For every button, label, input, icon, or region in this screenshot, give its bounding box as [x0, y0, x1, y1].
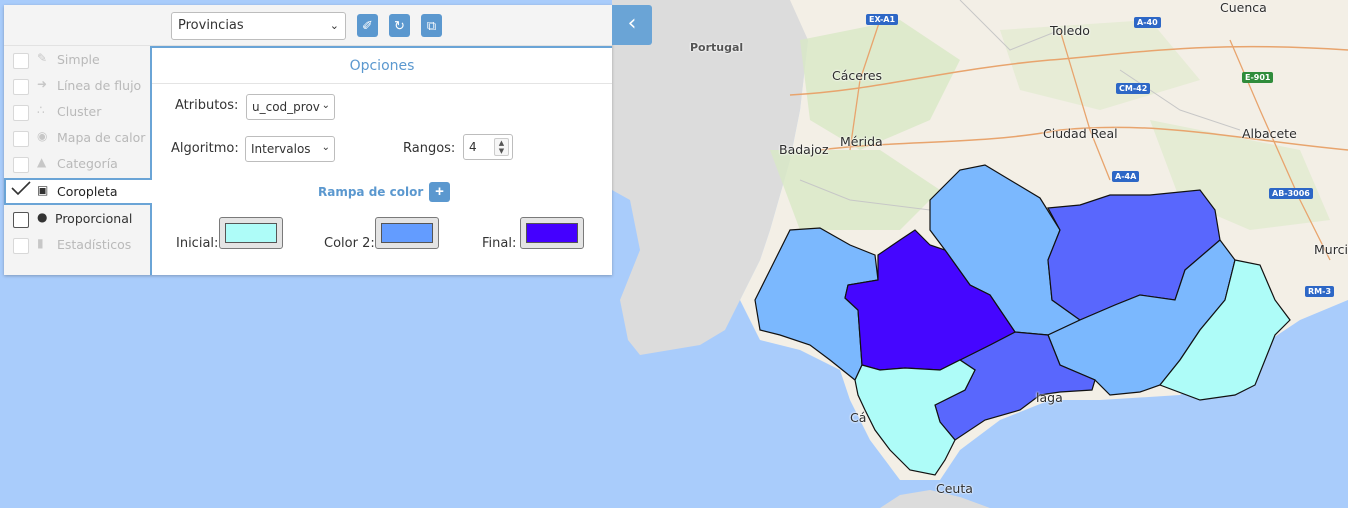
algorithm-value: Intervalos [251, 142, 311, 156]
thematic-map-panel: Provincias ⌄ ✐ ↻ ⧉ ✎ Simple ➜ Línea de f… [4, 5, 612, 275]
map-label-albacete: Albacete [1242, 126, 1297, 141]
choropleth-icon: ▣ [37, 183, 49, 197]
chevron-down-icon: ⌄ [329, 19, 339, 32]
attributes-select[interactable]: u_cod_prov ⌄ [246, 94, 335, 120]
menu-item-flow-line[interactable]: ➜ Línea de flujo [4, 73, 152, 99]
map-label-murcia: Murci [1314, 242, 1348, 257]
menu-item-choropleth[interactable]: ▣ Coropleta [4, 179, 152, 205]
options-pane: Opciones Atributos: u_cod_prov ⌄ Algorit… [152, 46, 612, 275]
final-color-picker[interactable] [520, 217, 584, 249]
stepper-icon[interactable]: ▲ ▼ [494, 138, 509, 156]
divider [152, 83, 612, 84]
menu-item-label: Línea de flujo [57, 78, 142, 93]
attributes-value: u_cod_prov [252, 100, 320, 114]
map-label-caceres: Cáceres [832, 68, 883, 83]
collapse-panel-button[interactable]: ‹ [612, 5, 652, 45]
layer-select-value: Provincias [178, 18, 244, 33]
menu-item-label: Simple [57, 52, 100, 67]
menu-item-label: Proporcional [55, 211, 133, 226]
map-label-ceuta: Ceuta [936, 481, 973, 496]
initial-color-label: Inicial: [176, 236, 219, 251]
initial-color-picker[interactable] [219, 217, 283, 249]
checkbox[interactable] [13, 157, 29, 173]
heatmap-icon: ◉ [37, 129, 48, 143]
reset-icon: ↻ [394, 18, 405, 33]
panel-toolbar: Provincias ⌄ ✐ ↻ ⧉ [4, 5, 612, 46]
ranges-label: Rangos: [403, 141, 456, 156]
arrow-right-icon: ➜ [37, 77, 48, 91]
map-label-ciudad-real: Ciudad Real [1043, 126, 1118, 141]
menu-item-label: Cluster [57, 104, 102, 119]
color2-picker[interactable] [375, 217, 439, 249]
road-shield: EX-A1 [866, 14, 899, 25]
chevron-down-icon: ⌄ [319, 142, 330, 153]
options-title: Opciones [349, 58, 415, 74]
color-ramp-title: Rampa de color [318, 185, 424, 199]
map-label-merida: Mérida [840, 134, 883, 149]
stats-icon: ▮ [37, 236, 44, 250]
brush-icon: ✐ [362, 18, 373, 33]
copy-button[interactable]: ⧉ [421, 14, 442, 37]
checkbox[interactable] [13, 212, 29, 228]
map-label-badajoz: Badajoz [779, 142, 829, 157]
brush-button[interactable]: ✐ [357, 14, 378, 37]
checkbox[interactable] [13, 79, 29, 95]
color-swatch [225, 223, 277, 243]
attributes-label: Atributos: [175, 98, 239, 113]
checkmark-icon [11, 181, 31, 196]
simple-icon: ✎ [37, 51, 48, 65]
color-swatch [381, 223, 433, 243]
final-color-label: Final: [482, 236, 517, 251]
checkbox[interactable] [13, 238, 29, 254]
layer-select[interactable]: Provincias ⌄ [171, 12, 346, 40]
menu-item-heatmap[interactable]: ◉ Mapa de calor [4, 125, 152, 151]
road-shield: A-40 [1134, 17, 1161, 28]
road-shield: E-901 [1242, 72, 1274, 83]
road-shield: AB-3006 [1269, 188, 1313, 199]
menu-item-category[interactable]: ▲ Categoría [4, 151, 152, 177]
algorithm-select[interactable]: Intervalos ⌄ [245, 136, 335, 162]
map-label-toledo: Toledo [1050, 23, 1090, 38]
category-icon: ▲ [37, 155, 47, 169]
menu-item-cluster[interactable]: ∴ Cluster [4, 99, 152, 125]
checkbox[interactable] [13, 53, 29, 69]
color2-label: Color 2: [324, 236, 375, 251]
road-shield: A-4A [1112, 171, 1140, 182]
copy-icon: ⧉ [426, 18, 437, 33]
color-swatch [526, 223, 578, 243]
menu-item-label: Estadísticos [57, 237, 132, 252]
menu-item-label: Coropleta [57, 184, 118, 199]
menu-item-label: Mapa de calor [57, 130, 146, 145]
menu-item-proportional[interactable]: ● Proporcional [4, 206, 152, 232]
menu-item-label: Categoría [57, 156, 118, 171]
ranges-value: 4 [469, 140, 477, 154]
menu-item-simple[interactable]: ✎ Simple [4, 47, 152, 73]
proportional-icon: ● [37, 210, 48, 224]
add-color-button[interactable]: + [429, 182, 450, 202]
reset-button[interactable]: ↻ [389, 14, 410, 37]
checkbox[interactable] [13, 105, 29, 121]
cluster-icon: ∴ [37, 103, 45, 117]
algorithm-label: Algoritmo: [171, 141, 239, 156]
map-label-cuenca: Cuenca [1220, 0, 1267, 15]
map-label-portugal: Portugal [690, 41, 744, 54]
map-label-malaga: laga [1036, 390, 1063, 405]
road-shield: RM-3 [1305, 286, 1335, 297]
chevron-down-icon: ⌄ [319, 100, 330, 111]
map-label-cadiz: Cá [850, 410, 867, 425]
analysis-type-menu: ✎ Simple ➜ Línea de flujo ∴ Cluster ◉ Ma… [4, 46, 152, 275]
checkbox[interactable] [13, 131, 29, 147]
plus-icon: + [435, 183, 444, 200]
chevron-left-icon: ‹ [627, 11, 637, 36]
ranges-input[interactable]: 4 ▲ ▼ [463, 134, 513, 160]
menu-item-statistics[interactable]: ▮ Estadísticos [4, 232, 152, 258]
road-shield: CM-42 [1116, 83, 1151, 94]
